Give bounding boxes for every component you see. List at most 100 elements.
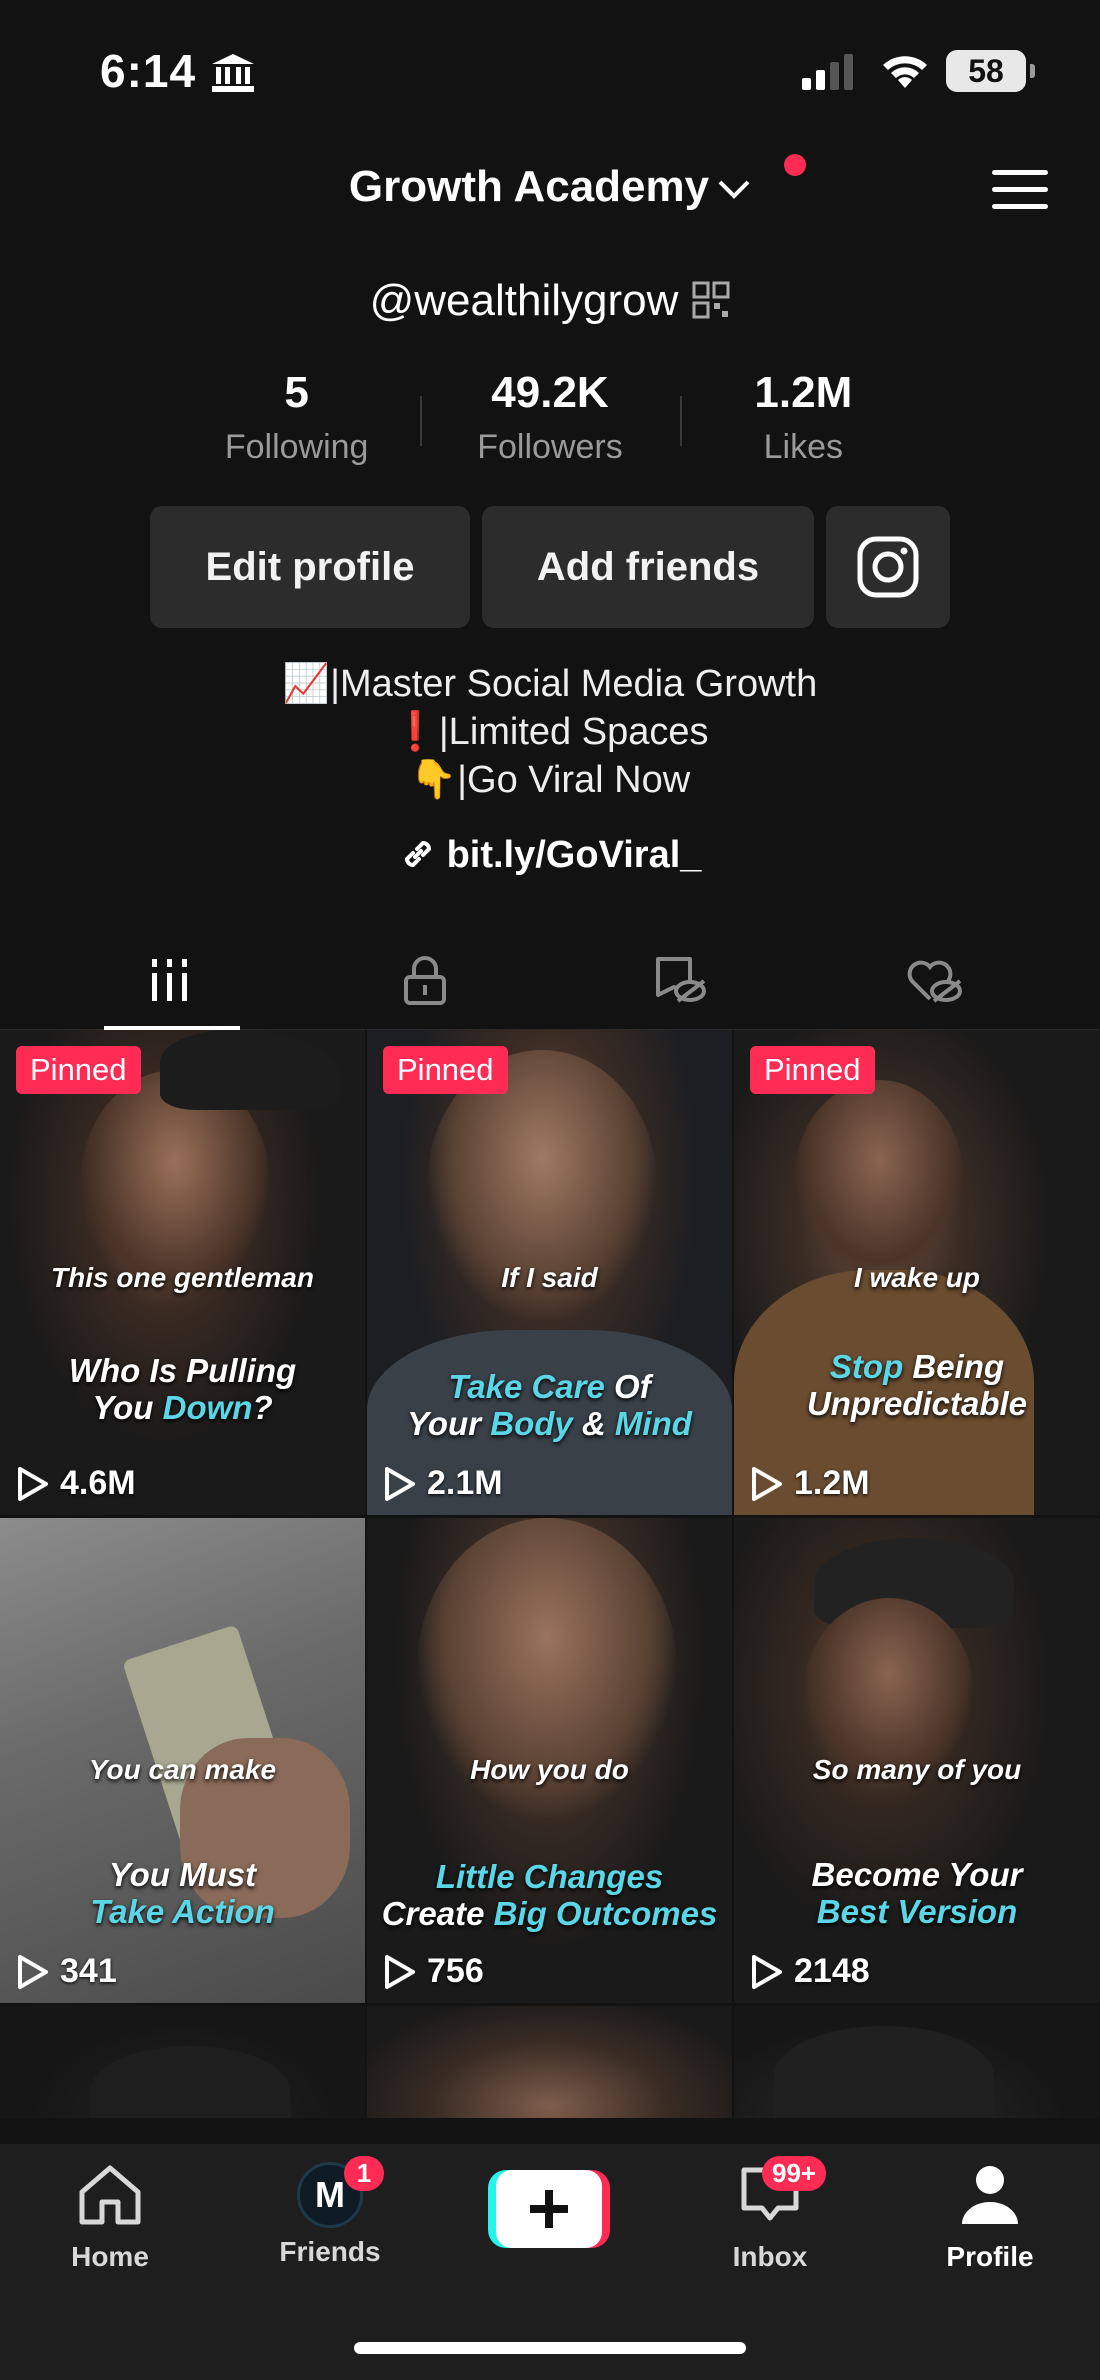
pinned-badge: Pinned (16, 1046, 141, 1094)
video-caption-top: I wake up (853, 1262, 981, 1293)
stat-label: Following (224, 428, 369, 466)
tab-liked[interactable] (807, 930, 1062, 1029)
nav-inbox[interactable]: Inbox 99+ (690, 2156, 850, 2273)
video-thumbnail[interactable]: How you do Little Changes Create Big Out… (367, 1518, 732, 2003)
stat-divider (680, 396, 682, 446)
view-count: 4.6M (16, 1464, 136, 1503)
account-switcher[interactable]: Growth Academy (0, 162, 1100, 212)
edit-profile-button[interactable]: Edit profile (150, 506, 470, 628)
view-count: 2.1M (383, 1464, 503, 1503)
view-count: 1.2M (750, 1464, 870, 1503)
video-caption-top: You can make (88, 1754, 277, 1785)
profile-tabs (0, 930, 1100, 1031)
stat-likes[interactable]: 1.2M Likes (677, 368, 930, 478)
video-thumbnail[interactable] (367, 2006, 732, 2118)
link-icon (404, 840, 431, 868)
point-down-emoji: 👇 (409, 759, 458, 801)
video-thumbnail[interactable]: Pinned I wake up Stop Being Unpredictabl… (734, 1030, 1100, 1515)
stat-label: Followers (477, 428, 623, 466)
nav-home[interactable]: Home (30, 2162, 190, 2273)
battery-indicator: 58 (946, 50, 1035, 92)
stat-divider (420, 396, 422, 446)
home-icon (79, 2165, 141, 2225)
inbox-badge: 99+ (762, 2156, 827, 2191)
video-thumbnail[interactable]: Pinned If I said Take Care Of Your Body … (367, 1030, 732, 1515)
profile-actions: Edit profile Add friends (150, 506, 950, 628)
cap-image (774, 2026, 994, 2118)
status-bar: 6:14 58 (0, 0, 1100, 140)
video-caption-top: So many of you (812, 1754, 1022, 1785)
bio-line-3: 👇|Go Viral Now (409, 759, 691, 801)
video-caption: Become Your Best Version (811, 1856, 1023, 1930)
videos-grid-icon (151, 958, 187, 1001)
video-caption-top: How you do (470, 1754, 629, 1785)
exclamation-emoji: ❗ (391, 711, 439, 753)
home-indicator (354, 2342, 746, 2354)
tab-private[interactable] (297, 930, 552, 1029)
pinned-badge: Pinned (750, 1046, 875, 1094)
tab-reposts[interactable] (552, 930, 807, 1029)
video-caption-top: This one gentleman (51, 1262, 314, 1293)
bio-line-1: 📈|Master Social Media Growth (282, 663, 818, 705)
bio-link-text: bit.ly/GoViral_ (446, 834, 702, 876)
repost-eye-off-icon (655, 956, 706, 1003)
add-friends-button[interactable]: Add friends (482, 506, 814, 628)
bio-link[interactable]: bit.ly/GoViral_ (0, 834, 1100, 877)
stat-followers[interactable]: 49.2K Followers (423, 368, 676, 478)
chevron-down-icon (718, 180, 750, 200)
nav-profile[interactable]: Profile (910, 2162, 1070, 2273)
view-count: 2148 (750, 1952, 870, 1991)
nav-friends[interactable]: M Friends 1 (250, 2156, 410, 2268)
video-thumbnail[interactable]: You can make You Must Take Action 341 (0, 1518, 365, 2003)
menu-icon[interactable] (992, 170, 1048, 214)
instagram-button[interactable] (826, 506, 950, 628)
stat-label: Likes (763, 428, 843, 466)
friends-badge: 1 (344, 2156, 384, 2191)
cap-image (90, 2046, 290, 2118)
video-thumbnail[interactable]: Pinned This one gentleman Who Is Pulling… (0, 1030, 365, 1515)
handle-text: @wealthilygrow (369, 276, 679, 325)
video-caption: You Must Take Action (90, 1856, 275, 1930)
profile-stats: 5 Following 49.2K Followers 1.2M Likes (170, 368, 930, 478)
heart-eye-off-icon (907, 960, 962, 1003)
chart-emoji: 📈 (282, 663, 331, 705)
video-thumbnail[interactable] (734, 2006, 1100, 2118)
video-caption: Little Changes Create Big Outcomes (381, 1858, 718, 1932)
video-grid: Pinned This one gentleman Who Is Pulling… (0, 1030, 1100, 2118)
bio-line-2: ❗|Limited Spaces (391, 711, 709, 753)
stat-value: 1.2M (754, 368, 853, 417)
video-caption: Stop Being Unpredictable (806, 1348, 1028, 1422)
account-name: Growth Academy (348, 162, 710, 211)
stat-value: 49.2K (491, 368, 609, 417)
qr-code-icon[interactable] (692, 281, 730, 319)
profile-icon (962, 2166, 1018, 2224)
status-time: 6:14 (100, 45, 197, 97)
tab-videos[interactable] (42, 930, 297, 1031)
bank-icon (212, 54, 254, 92)
pinned-badge: Pinned (383, 1046, 508, 1094)
profile-handle[interactable]: @wealthilygrow (0, 276, 1100, 326)
stat-following[interactable]: 5 Following (170, 368, 423, 478)
view-count: 756 (383, 1952, 484, 1991)
wifi-icon (883, 56, 927, 88)
notification-dot (784, 154, 806, 176)
video-thumbnail[interactable] (0, 2006, 365, 2118)
video-caption-top: If I said (501, 1262, 598, 1293)
create-button[interactable] (488, 2170, 610, 2248)
play-icon (752, 1954, 782, 1989)
stat-value: 5 (284, 368, 309, 417)
play-icon (385, 1954, 415, 1989)
profile-bio: 📈|Master Social Media Growth ❗|Limited S… (0, 660, 1100, 804)
cap-image (160, 1030, 340, 1110)
video-thumbnail[interactable]: So many of you Become Your Best Version … (734, 1518, 1100, 2003)
video-caption: Take Care Of Your Body & Mind (407, 1368, 692, 1442)
video-caption: Who Is Pulling You Down? (68, 1352, 297, 1426)
person-image (794, 1080, 964, 1280)
instagram-icon (857, 536, 919, 598)
lock-icon (403, 955, 446, 1005)
play-icon (18, 1466, 48, 1501)
play-icon (385, 1466, 415, 1501)
play-icon (752, 1466, 782, 1501)
view-count: 341 (16, 1952, 117, 1991)
play-icon (18, 1954, 48, 1989)
